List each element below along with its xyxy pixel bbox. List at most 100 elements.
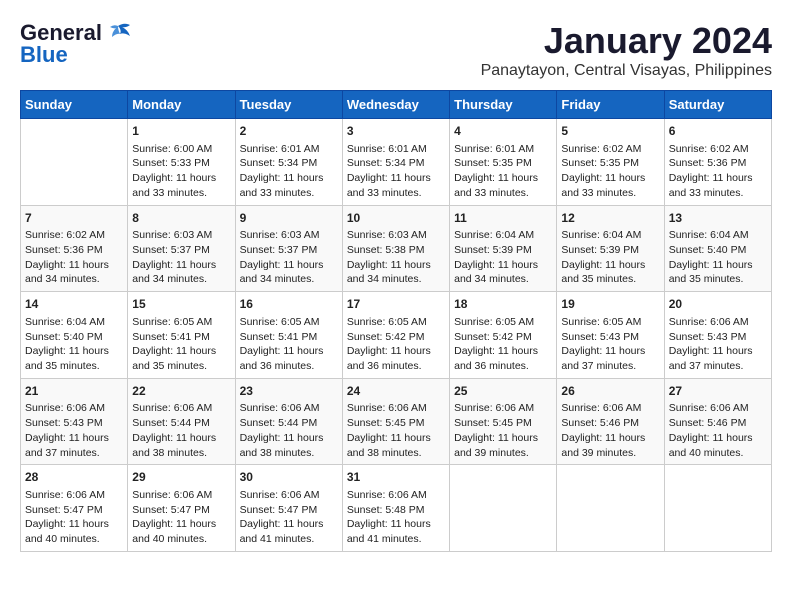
day-number: 10	[347, 210, 445, 227]
sunset-text: Sunset: 5:45 PM	[454, 416, 552, 431]
calendar-cell: 24Sunrise: 6:06 AMSunset: 5:45 PMDayligh…	[342, 378, 449, 465]
sunrise-text: Sunrise: 6:06 AM	[347, 401, 445, 416]
sunrise-text: Sunrise: 6:06 AM	[132, 401, 230, 416]
daylight-text: Daylight: 11 hours and 33 minutes.	[240, 171, 338, 200]
calendar-cell: 5Sunrise: 6:02 AMSunset: 5:35 PMDaylight…	[557, 119, 664, 206]
sunset-text: Sunset: 5:33 PM	[132, 156, 230, 171]
sunset-text: Sunset: 5:41 PM	[132, 330, 230, 345]
day-number: 28	[25, 469, 123, 486]
sunrise-text: Sunrise: 6:01 AM	[454, 142, 552, 157]
day-number: 22	[132, 383, 230, 400]
sunrise-text: Sunrise: 6:06 AM	[132, 488, 230, 503]
sunrise-text: Sunrise: 6:06 AM	[669, 401, 767, 416]
calendar-cell: 7Sunrise: 6:02 AMSunset: 5:36 PMDaylight…	[21, 205, 128, 292]
calendar-cell: 14Sunrise: 6:04 AMSunset: 5:40 PMDayligh…	[21, 292, 128, 379]
calendar-table: SundayMondayTuesdayWednesdayThursdayFrid…	[20, 90, 772, 552]
sunrise-text: Sunrise: 6:03 AM	[347, 228, 445, 243]
calendar-header-wednesday: Wednesday	[342, 91, 449, 119]
calendar-cell: 10Sunrise: 6:03 AMSunset: 5:38 PMDayligh…	[342, 205, 449, 292]
sunset-text: Sunset: 5:44 PM	[240, 416, 338, 431]
day-number: 5	[561, 123, 659, 140]
calendar-cell: 3Sunrise: 6:01 AMSunset: 5:34 PMDaylight…	[342, 119, 449, 206]
calendar-header-row: SundayMondayTuesdayWednesdayThursdayFrid…	[21, 91, 772, 119]
daylight-text: Daylight: 11 hours and 36 minutes.	[240, 344, 338, 373]
day-number: 13	[669, 210, 767, 227]
calendar-cell: 26Sunrise: 6:06 AMSunset: 5:46 PMDayligh…	[557, 378, 664, 465]
calendar-week-row: 21Sunrise: 6:06 AMSunset: 5:43 PMDayligh…	[21, 378, 772, 465]
sunset-text: Sunset: 5:43 PM	[669, 330, 767, 345]
sunrise-text: Sunrise: 6:06 AM	[240, 488, 338, 503]
sunrise-text: Sunrise: 6:05 AM	[347, 315, 445, 330]
logo-blue: Blue	[20, 42, 68, 68]
calendar-cell: 23Sunrise: 6:06 AMSunset: 5:44 PMDayligh…	[235, 378, 342, 465]
sunrise-text: Sunrise: 6:05 AM	[561, 315, 659, 330]
sunrise-text: Sunrise: 6:05 AM	[240, 315, 338, 330]
sunrise-text: Sunrise: 6:06 AM	[25, 488, 123, 503]
calendar-cell: 1Sunrise: 6:00 AMSunset: 5:33 PMDaylight…	[128, 119, 235, 206]
sunset-text: Sunset: 5:38 PM	[347, 243, 445, 258]
day-number: 6	[669, 123, 767, 140]
calendar-header-tuesday: Tuesday	[235, 91, 342, 119]
calendar-cell: 16Sunrise: 6:05 AMSunset: 5:41 PMDayligh…	[235, 292, 342, 379]
sunset-text: Sunset: 5:37 PM	[240, 243, 338, 258]
daylight-text: Daylight: 11 hours and 34 minutes.	[25, 258, 123, 287]
sunrise-text: Sunrise: 6:01 AM	[240, 142, 338, 157]
day-number: 18	[454, 296, 552, 313]
calendar-cell: 31Sunrise: 6:06 AMSunset: 5:48 PMDayligh…	[342, 465, 449, 552]
calendar-cell: 27Sunrise: 6:06 AMSunset: 5:46 PMDayligh…	[664, 378, 771, 465]
logo: General Blue	[20, 20, 132, 68]
sunset-text: Sunset: 5:37 PM	[132, 243, 230, 258]
calendar-cell: 22Sunrise: 6:06 AMSunset: 5:44 PMDayligh…	[128, 378, 235, 465]
daylight-text: Daylight: 11 hours and 37 minutes.	[561, 344, 659, 373]
sunset-text: Sunset: 5:36 PM	[669, 156, 767, 171]
sunset-text: Sunset: 5:35 PM	[454, 156, 552, 171]
daylight-text: Daylight: 11 hours and 34 minutes.	[132, 258, 230, 287]
calendar-cell: 2Sunrise: 6:01 AMSunset: 5:34 PMDaylight…	[235, 119, 342, 206]
daylight-text: Daylight: 11 hours and 40 minutes.	[25, 517, 123, 546]
day-number: 11	[454, 210, 552, 227]
sunset-text: Sunset: 5:39 PM	[561, 243, 659, 258]
sunset-text: Sunset: 5:40 PM	[25, 330, 123, 345]
daylight-text: Daylight: 11 hours and 40 minutes.	[669, 431, 767, 460]
day-number: 14	[25, 296, 123, 313]
calendar-cell: 8Sunrise: 6:03 AMSunset: 5:37 PMDaylight…	[128, 205, 235, 292]
day-number: 30	[240, 469, 338, 486]
calendar-cell: 28 Sunrise: 6:06 AMSunset: 5:47 PMDayligh…	[21, 465, 128, 552]
day-number: 17	[347, 296, 445, 313]
sunrise-text: Sunrise: 6:03 AM	[240, 228, 338, 243]
calendar-week-row: 14Sunrise: 6:04 AMSunset: 5:40 PMDayligh…	[21, 292, 772, 379]
calendar-cell	[557, 465, 664, 552]
sunrise-text: Sunrise: 6:04 AM	[561, 228, 659, 243]
sunset-text: Sunset: 5:42 PM	[454, 330, 552, 345]
day-number: 16	[240, 296, 338, 313]
sunrise-text: Sunrise: 6:02 AM	[669, 142, 767, 157]
calendar-cell: 12Sunrise: 6:04 AMSunset: 5:39 PMDayligh…	[557, 205, 664, 292]
day-number: 31	[347, 469, 445, 486]
calendar-cell: 19Sunrise: 6:05 AMSunset: 5:43 PMDayligh…	[557, 292, 664, 379]
calendar-cell: 17Sunrise: 6:05 AMSunset: 5:42 PMDayligh…	[342, 292, 449, 379]
sunrise-text: Sunrise: 6:02 AM	[25, 228, 123, 243]
sunset-text: Sunset: 5:47 PM	[132, 503, 230, 518]
sunset-text: Sunset: 5:48 PM	[347, 503, 445, 518]
calendar-header-thursday: Thursday	[450, 91, 557, 119]
page-title: January 2024	[481, 20, 772, 62]
daylight-text: Daylight: 11 hours and 34 minutes.	[240, 258, 338, 287]
daylight-text: Daylight: 11 hours and 33 minutes.	[561, 171, 659, 200]
sunset-text: Sunset: 5:47 PM	[240, 503, 338, 518]
day-number: 7	[25, 210, 123, 227]
sunset-text: Sunset: 5:40 PM	[669, 243, 767, 258]
sunset-text: Sunset: 5:42 PM	[347, 330, 445, 345]
daylight-text: Daylight: 11 hours and 40 minutes.	[132, 517, 230, 546]
daylight-text: Daylight: 11 hours and 41 minutes.	[347, 517, 445, 546]
day-number: 1	[132, 123, 230, 140]
day-number: 23	[240, 383, 338, 400]
day-number: 15	[132, 296, 230, 313]
daylight-text: Daylight: 11 hours and 33 minutes.	[347, 171, 445, 200]
calendar-cell: 9Sunrise: 6:03 AMSunset: 5:37 PMDaylight…	[235, 205, 342, 292]
calendar-header-saturday: Saturday	[664, 91, 771, 119]
day-number: 4	[454, 123, 552, 140]
sunset-text: Sunset: 5:39 PM	[454, 243, 552, 258]
sunrise-text: Sunrise: 6:05 AM	[132, 315, 230, 330]
daylight-text: Daylight: 11 hours and 35 minutes.	[669, 258, 767, 287]
sunset-text: Sunset: 5:47 PM	[25, 503, 123, 518]
